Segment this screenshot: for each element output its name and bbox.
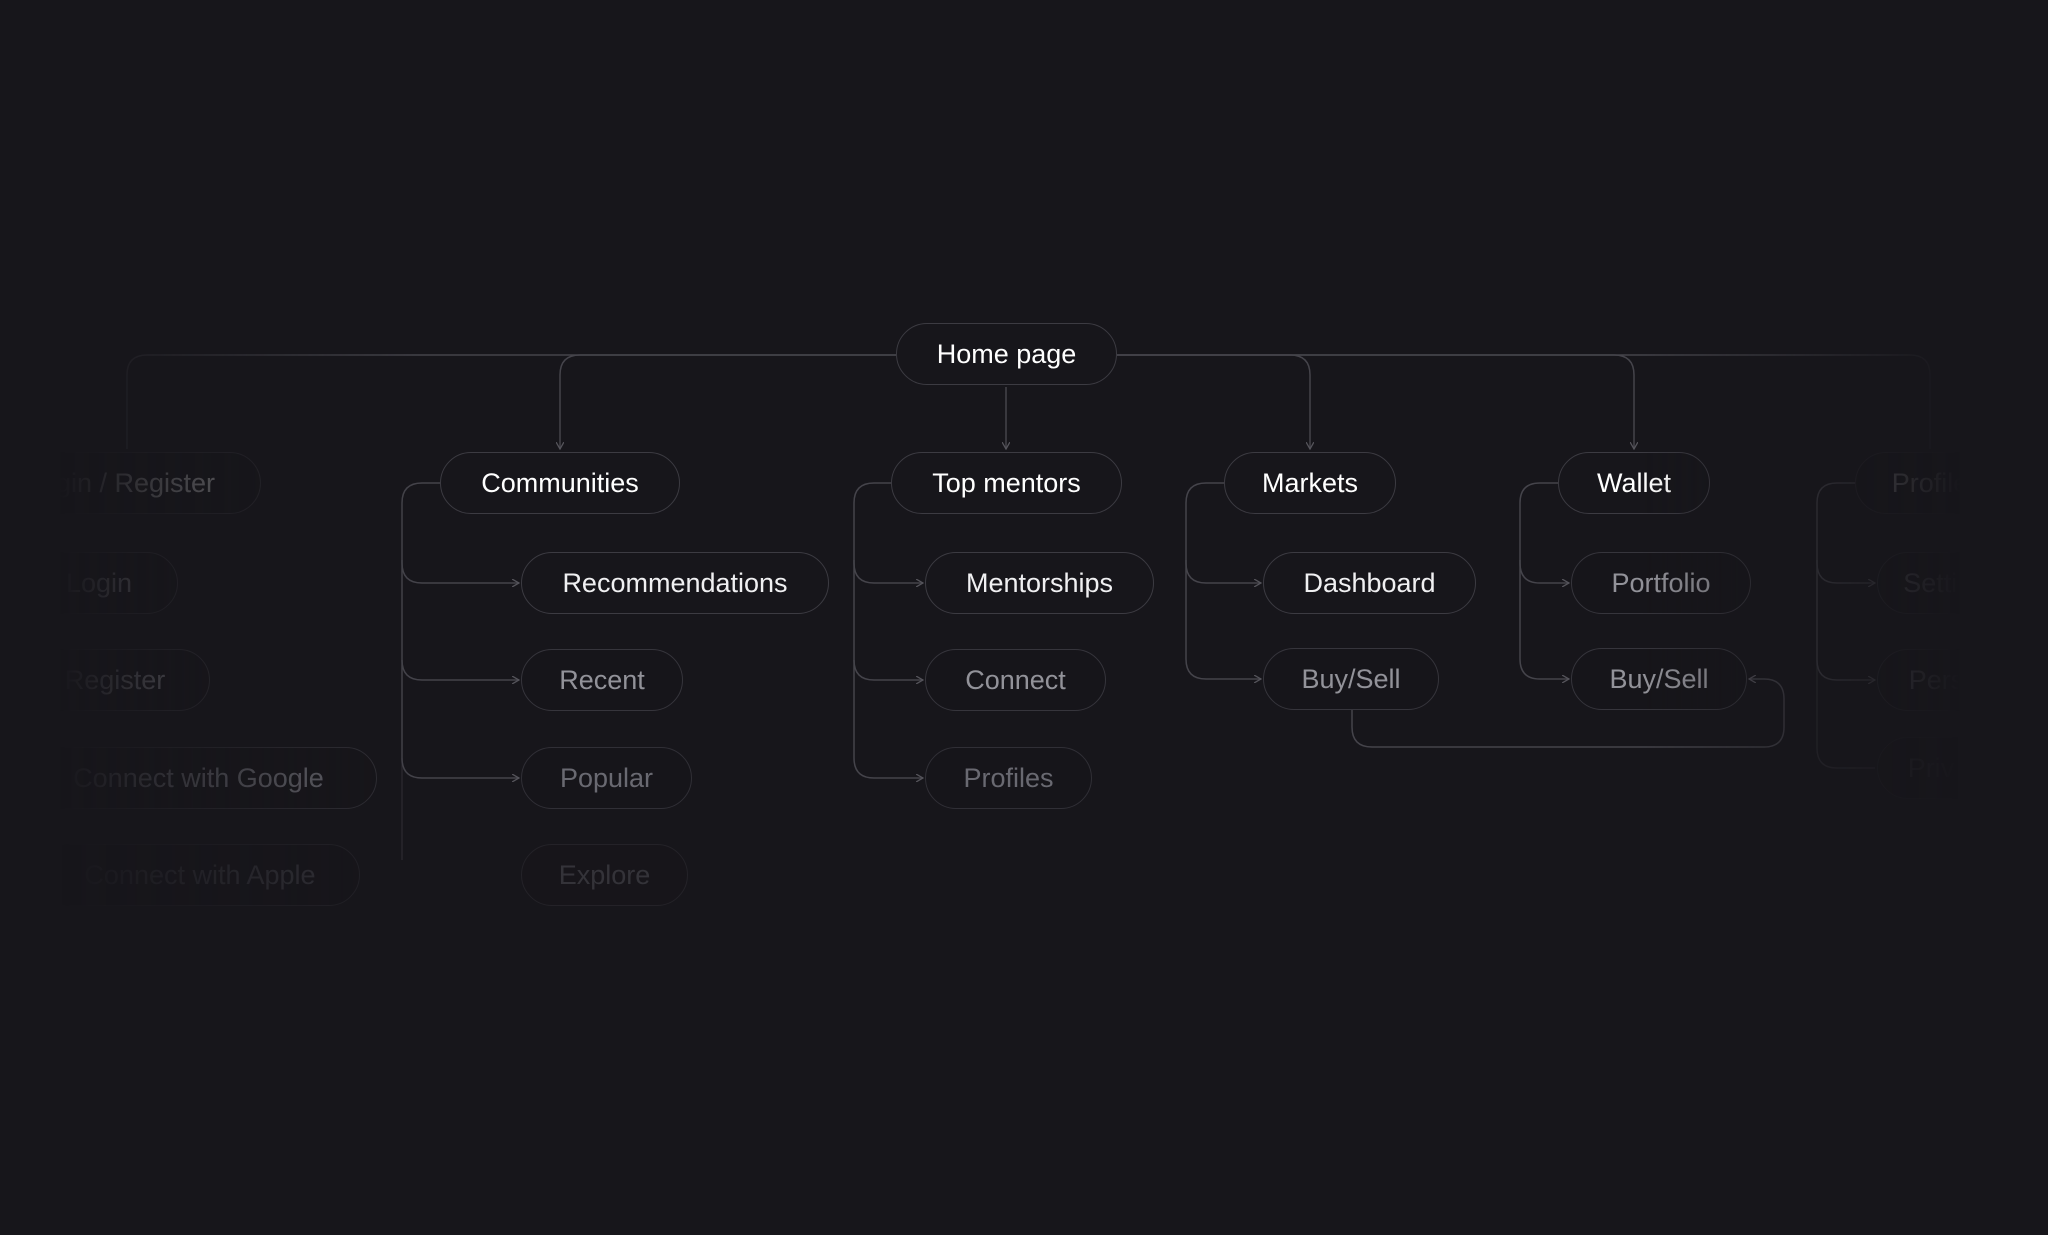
node-communities[interactable]: Communities (440, 452, 680, 514)
node-markets-buy-sell[interactable]: Buy/Sell (1263, 648, 1439, 710)
node-connect[interactable]: Connect (925, 649, 1106, 711)
connector-markets (1117, 354, 1310, 449)
connector-root-left (126, 354, 896, 449)
node-connect-apple[interactable]: Connect with Apple (40, 844, 360, 906)
node-wallet[interactable]: Wallet (1558, 452, 1710, 514)
connector-root-right (1117, 354, 1931, 449)
node-register[interactable]: Register (20, 649, 210, 711)
node-portfolio[interactable]: Portfolio (1571, 552, 1751, 614)
node-connect-google[interactable]: Connect with Google (20, 747, 377, 809)
node-explore[interactable]: Explore (521, 844, 688, 906)
node-privacy[interactable]: Privacy (1877, 737, 2027, 799)
sitemap-diagram: Home page Login / Register Communities T… (0, 0, 2048, 1235)
node-markets[interactable]: Markets (1224, 452, 1396, 514)
node-top-mentors[interactable]: Top mentors (891, 452, 1122, 514)
node-profile[interactable]: Profile (1855, 452, 2005, 514)
node-settings[interactable]: Settings (1877, 552, 2027, 614)
node-wallet-buy-sell[interactable]: Buy/Sell (1571, 648, 1747, 710)
connector-wallet (1117, 354, 1634, 449)
node-recommendations[interactable]: Recommendations (521, 552, 829, 614)
node-personal[interactable]: Personal (1877, 649, 2047, 711)
node-home-page[interactable]: Home page (896, 323, 1117, 385)
node-popular[interactable]: Popular (521, 747, 692, 809)
connectors (126, 354, 1931, 860)
node-login[interactable]: Login (20, 552, 178, 614)
node-dashboard[interactable]: Dashboard (1263, 552, 1476, 614)
node-recent[interactable]: Recent (521, 649, 683, 711)
connector-communities (560, 354, 896, 449)
node-mentorships[interactable]: Mentorships (925, 552, 1154, 614)
node-login-register[interactable]: Login / Register (0, 452, 261, 514)
node-profiles[interactable]: Profiles (925, 747, 1092, 809)
